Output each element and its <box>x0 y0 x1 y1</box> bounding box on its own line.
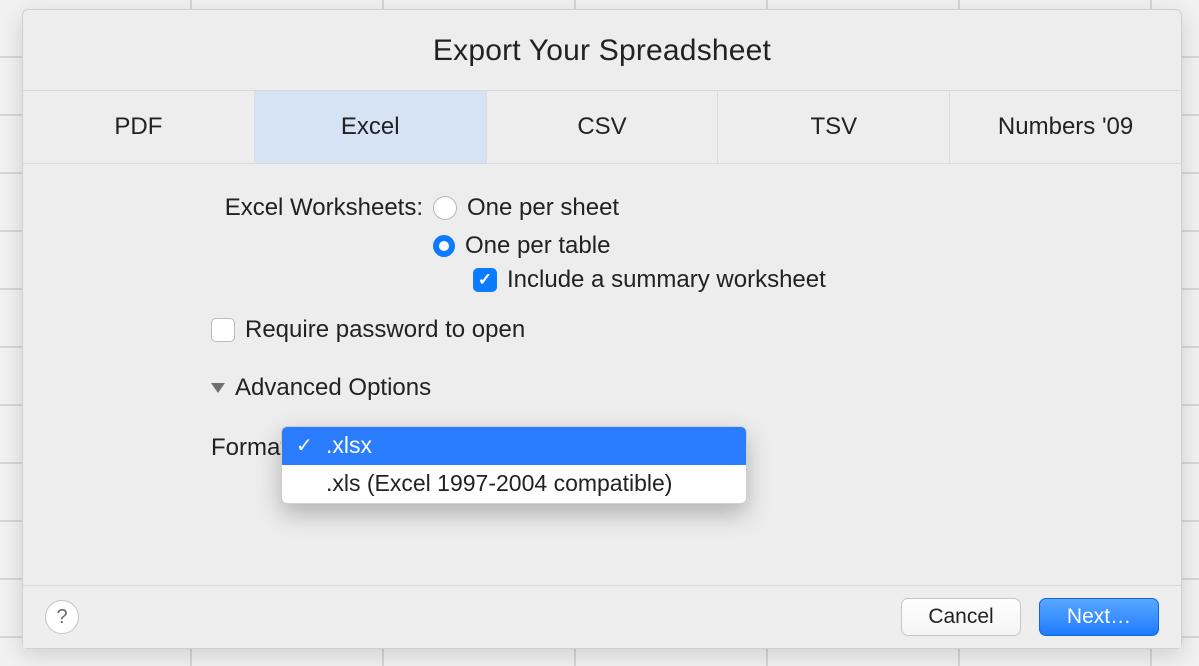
next-button[interactable]: Next… <box>1039 598 1159 636</box>
tab-tsv[interactable]: TSV <box>718 91 950 163</box>
format-row: Format ✓ .xlsx .xls (Excel 1997-2004 com… <box>23 428 1181 462</box>
tab-excel[interactable]: Excel <box>255 91 487 163</box>
include-summary-checkbox[interactable]: Include a summary worksheet <box>473 266 1181 294</box>
radio-icon <box>433 196 457 220</box>
checkbox-label: Require password to open <box>245 316 525 344</box>
worksheets-label: Excel Worksheets: <box>223 194 433 222</box>
export-dialog: Export Your Spreadsheet PDF Excel CSV TS… <box>22 9 1182 649</box>
cancel-button[interactable]: Cancel <box>901 598 1021 636</box>
format-option-xls[interactable]: .xls (Excel 1997-2004 compatible) <box>282 465 746 503</box>
radio-icon <box>433 235 455 257</box>
format-label: Format <box>211 428 289 462</box>
dialog-footer: ? Cancel Next… <box>23 585 1181 648</box>
dialog-title: Export Your Spreadsheet <box>23 10 1181 91</box>
disclosure-triangle-icon <box>211 383 225 393</box>
advanced-options-toggle[interactable]: Advanced Options <box>23 374 1181 402</box>
checkbox-icon <box>473 268 497 292</box>
require-password-row: Require password to open <box>23 316 1181 344</box>
tab-numbers09[interactable]: Numbers '09 <box>950 91 1181 163</box>
advanced-options-label: Advanced Options <box>235 374 431 402</box>
checkbox-label: Include a summary worksheet <box>507 266 826 294</box>
radio-one-per-table[interactable]: One per table <box>433 232 619 260</box>
format-popup-menu: ✓ .xlsx .xls (Excel 1997-2004 compatible… <box>281 426 747 504</box>
tab-csv[interactable]: CSV <box>487 91 719 163</box>
worksheets-radio-group: One per sheet One per table <box>433 194 619 260</box>
dialog-content: Excel Worksheets: One per sheet One per … <box>23 164 1181 585</box>
option-label: .xlsx <box>326 432 372 458</box>
option-label: .xls (Excel 1997-2004 compatible) <box>326 470 672 496</box>
checkbox-icon <box>211 318 235 342</box>
tab-pdf[interactable]: PDF <box>23 91 255 163</box>
format-tabs: PDF Excel CSV TSV Numbers '09 <box>23 91 1181 164</box>
summary-checkbox-row: Include a summary worksheet <box>23 266 1181 294</box>
worksheets-row: Excel Worksheets: One per sheet One per … <box>23 194 1181 260</box>
require-password-checkbox[interactable]: Require password to open <box>211 316 1181 344</box>
radio-label: One per sheet <box>467 194 619 222</box>
radio-label: One per table <box>465 232 610 260</box>
checkmark-icon: ✓ <box>296 433 313 458</box>
radio-one-per-sheet[interactable]: One per sheet <box>433 194 619 222</box>
help-button[interactable]: ? <box>45 600 79 634</box>
format-option-xlsx[interactable]: ✓ .xlsx <box>282 427 746 465</box>
